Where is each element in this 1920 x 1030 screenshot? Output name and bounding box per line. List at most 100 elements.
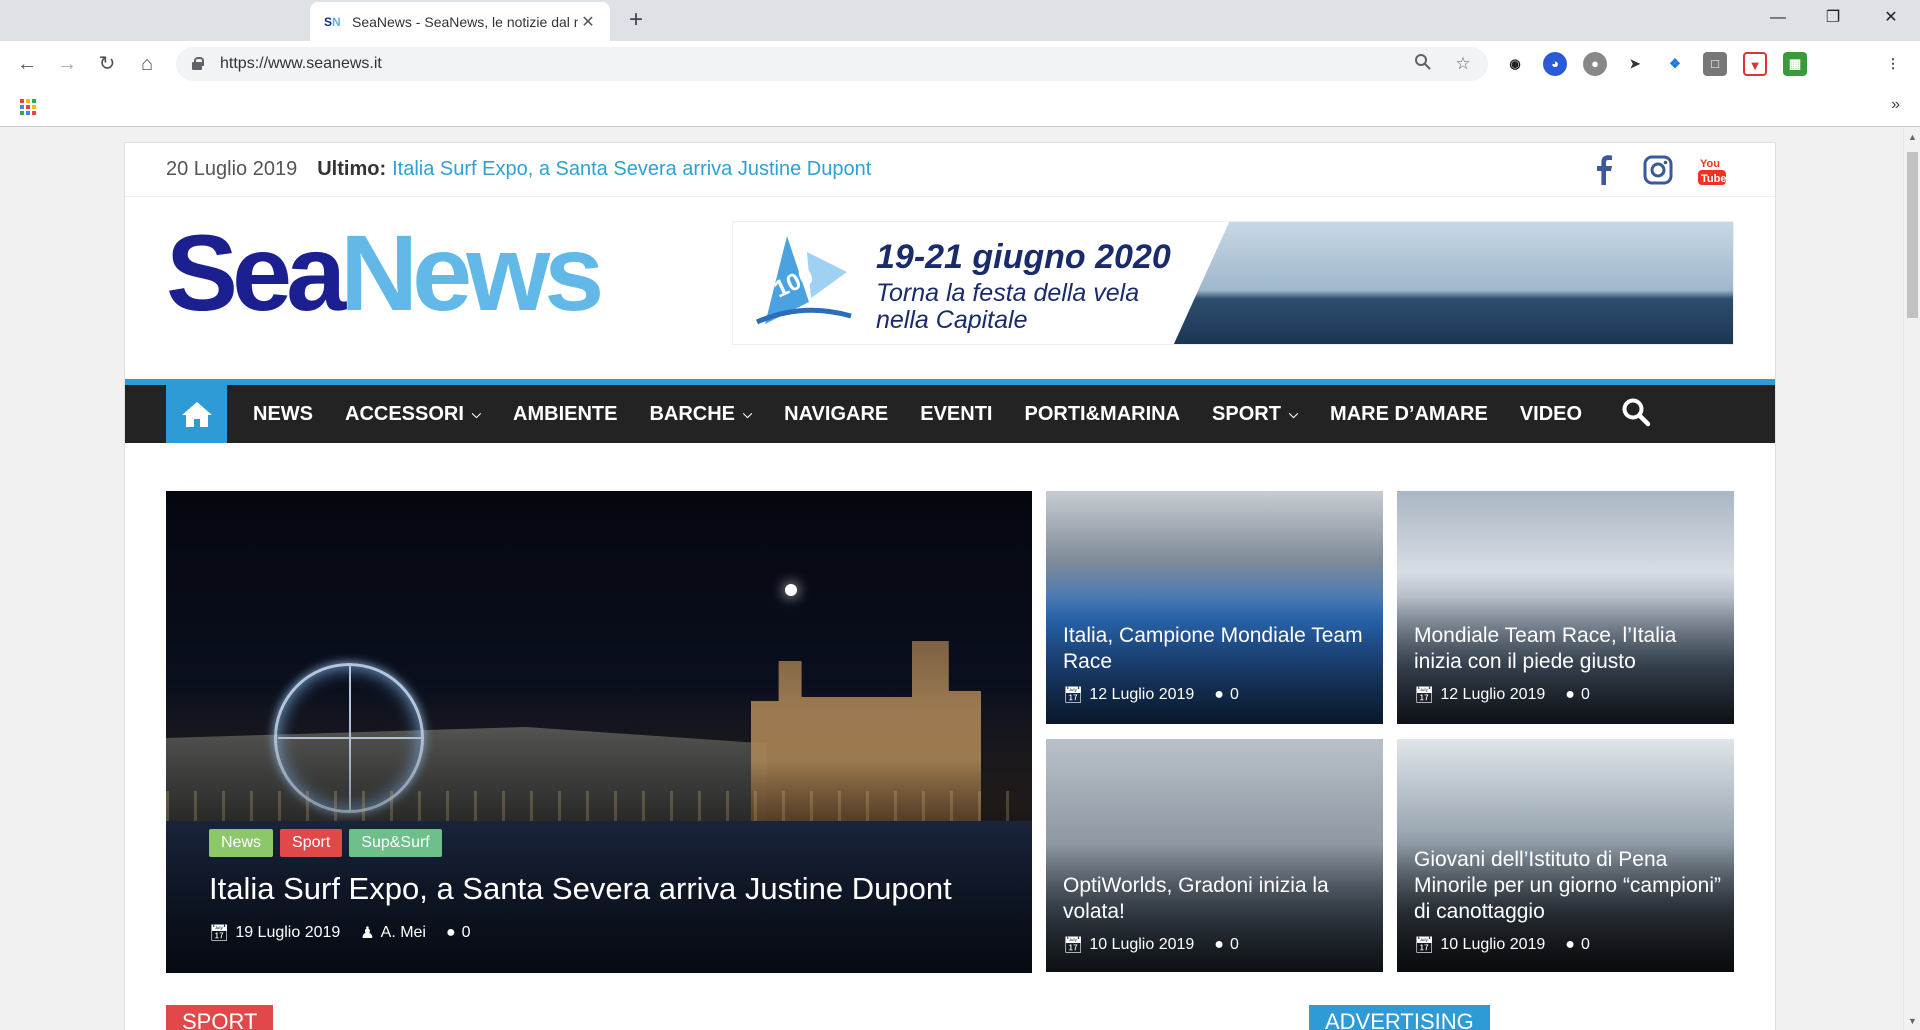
chevron-down-icon: ⌵ [471,406,482,421]
nav-item-video[interactable]: VIDEO [1504,403,1598,426]
news-card[interactable]: Mondiale Team Race, l’Italia inizia con … [1397,491,1734,724]
tab-title: SeaNews - SeaNews, le notizie dal mare [352,13,578,30]
calendar-icon: 📅︎ [209,925,230,942]
nav-item-news[interactable]: NEWS [237,403,329,426]
card-date[interactable]: 12 Luglio 2019 [1089,686,1194,704]
extension-circle-icon[interactable]: ● [1583,52,1607,76]
main-nav: NEWS ACCESSORI ⌵ AMBIENTE BARCHE ⌵ NAVIGAR… [125,379,1775,443]
news-card[interactable]: Giovani dell’Istituto di Pena Minorile p… [1397,739,1734,972]
restore-icon[interactable]: ❐ [1810,0,1856,36]
calendar-icon: 📅︎ [1063,687,1084,704]
search-icon[interactable] [1621,397,1651,432]
card-title[interactable]: Italia, Campione Mondiale Team Race [1063,623,1373,675]
chevron-down-icon: ⌵ [743,406,753,421]
scroll-thumb[interactable] [1907,152,1918,318]
scroll-down-arrow-icon[interactable]: ▼ [1904,1016,1920,1026]
nav-item-ambiente[interactable]: AMBIENTE [497,403,633,426]
extension-pocket-icon[interactable]: ▼ [1743,52,1767,76]
logo-news: News [340,212,604,333]
featured-comments[interactable]: 0 [462,924,471,942]
featured-title[interactable]: Italia Surf Expo, a Santa Severa arriva … [209,871,952,907]
browser-tabbar: SN SeaNews - SeaNews, le notizie dal mar… [0,0,1920,41]
home-icon[interactable]: ⌂ [132,49,162,79]
featured-author[interactable]: A. Mei [381,924,426,942]
page-viewport: 20 Luglio 2019 Ultimo: Italia Surf Expo,… [0,128,1920,1030]
nav-item-mare-damare[interactable]: MARE D’AMARE [1314,403,1504,426]
apps-grid-icon[interactable] [20,99,36,115]
card-meta: 📅︎ 12 Luglio 2019 ● 0 [1414,685,1602,705]
featured-date[interactable]: 19 Luglio 2019 [235,924,340,942]
forward-arrow-icon[interactable]: → [52,49,82,79]
back-arrow-icon[interactable]: ← [12,49,42,79]
facebook-icon[interactable] [1587,153,1621,187]
comment-icon: ● [445,924,456,941]
card-comments[interactable]: 0 [1581,686,1590,704]
extension-gray-icon[interactable]: □ [1703,52,1727,76]
calendar-icon: 📅︎ [1414,687,1435,704]
card-meta: 📅︎ 12 Luglio 2019 ● 0 [1063,685,1251,705]
site-favicon-icon: SN [324,14,341,29]
card-date[interactable]: 10 Luglio 2019 [1089,936,1194,954]
featured-categories: News Sport Sup&Surf [209,829,442,857]
section-tab-sport[interactable]: SPORT [166,1005,274,1030]
banner-title: 19-21 giugno 2020 [876,238,1171,276]
nav-item-sport[interactable]: SPORT ⌵ [1196,403,1314,426]
nav-item-porti-marina[interactable]: PORTI&MARINA [1008,403,1196,426]
nav-item-accessori[interactable]: ACCESSORI ⌵ [329,403,497,426]
user-icon: ♟ [360,925,375,942]
extension-globe-icon[interactable]: ◕ [1543,52,1567,76]
ad-banner[interactable]: 100 19-21 giugno 2020 Torna la festa del… [732,221,1734,345]
card-comments[interactable]: 0 [1581,936,1590,954]
featured-story[interactable]: News Sport Sup&Surf Italia Surf Expo, a … [166,491,1032,973]
nav-item-eventi[interactable]: EVENTI [904,403,1008,426]
close-window-icon[interactable]: ✕ [1868,0,1914,36]
close-tab-icon[interactable]: ✕ [578,12,598,32]
news-card[interactable]: Italia, Campione Mondiale Team Race 📅︎ 12… [1046,491,1383,724]
news-card[interactable]: OptiWorlds, Gradoni inizia la volata! 📅︎… [1046,739,1383,972]
nav-item-barche[interactable]: BARCHE ⌵ [633,403,768,426]
comment-icon: ● [1214,686,1224,703]
url-text[interactable]: https://www.seanews.it [220,55,382,73]
category-badge-sport[interactable]: Sport [280,829,343,857]
svg-text:Tube: Tube [1701,173,1726,185]
nav-item-navigare[interactable]: NAVIGARE [768,403,904,426]
extension-mask-icon[interactable]: ◉ [1503,52,1527,76]
card-comments[interactable]: 0 [1230,936,1239,954]
banner-line-1: Torna la festa della vela [876,279,1140,307]
address-bar[interactable]: https://www.seanews.it ☆ [176,47,1488,81]
extension-green-icon[interactable]: ▦ [1783,52,1807,76]
svg-text:You: You [1700,158,1720,170]
scroll-up-arrow-icon[interactable]: ▲ [1904,132,1920,142]
card-comments[interactable]: 0 [1230,686,1239,704]
bookmark-star-icon[interactable]: ☆ [1452,53,1474,75]
minimize-icon[interactable]: — [1755,0,1801,36]
card-title[interactable]: Mondiale Team Race, l’Italia inizia con … [1414,623,1724,675]
browser-tab[interactable]: SN SeaNews - SeaNews, le notizie dal mar… [310,2,610,41]
card-title[interactable]: Giovani dell’Istituto di Pena Minorile p… [1414,847,1724,925]
zoom-icon[interactable] [1412,53,1434,75]
nav-home-button[interactable] [166,385,227,443]
reload-icon[interactable]: ↻ [92,49,122,79]
category-badge-news[interactable]: News [209,829,274,857]
extension-dropbox-icon[interactable]: ❖ [1663,52,1687,76]
latest-news-link[interactable]: Italia Surf Expo, a Santa Severa arriva … [392,158,871,181]
youtube-icon[interactable]: You Tube [1695,153,1729,187]
logo-sea: Sea [166,212,346,333]
bookmarks-bar: » [0,87,1920,127]
site-logo[interactable]: SeaNews [166,219,604,327]
more-bookmarks-button[interactable]: » [1891,96,1900,114]
featured-meta: 📅︎ 19 Luglio 2019 ♟ A. Mei ● 0 [209,923,483,943]
card-title[interactable]: OptiWorlds, Gradoni inizia la volata! [1063,873,1373,925]
new-tab-button[interactable]: + [622,6,650,34]
comment-icon: ● [1565,936,1575,953]
card-date[interactable]: 12 Luglio 2019 [1440,686,1545,704]
browser-menu-icon[interactable]: ⋮ [1881,52,1905,76]
instagram-icon[interactable] [1641,153,1675,187]
section-tab-advertising: ADVERTISING [1309,1005,1490,1030]
lock-icon [190,57,204,71]
category-badge-supsurf[interactable]: Sup&Surf [349,829,442,857]
page-scrollbar[interactable]: ▲ ▼ [1903,128,1920,1030]
card-date[interactable]: 10 Luglio 2019 [1440,936,1545,954]
extension-rocket-icon[interactable]: ➤ [1623,52,1647,76]
card-meta: 📅︎ 10 Luglio 2019 ● 0 [1063,935,1251,955]
